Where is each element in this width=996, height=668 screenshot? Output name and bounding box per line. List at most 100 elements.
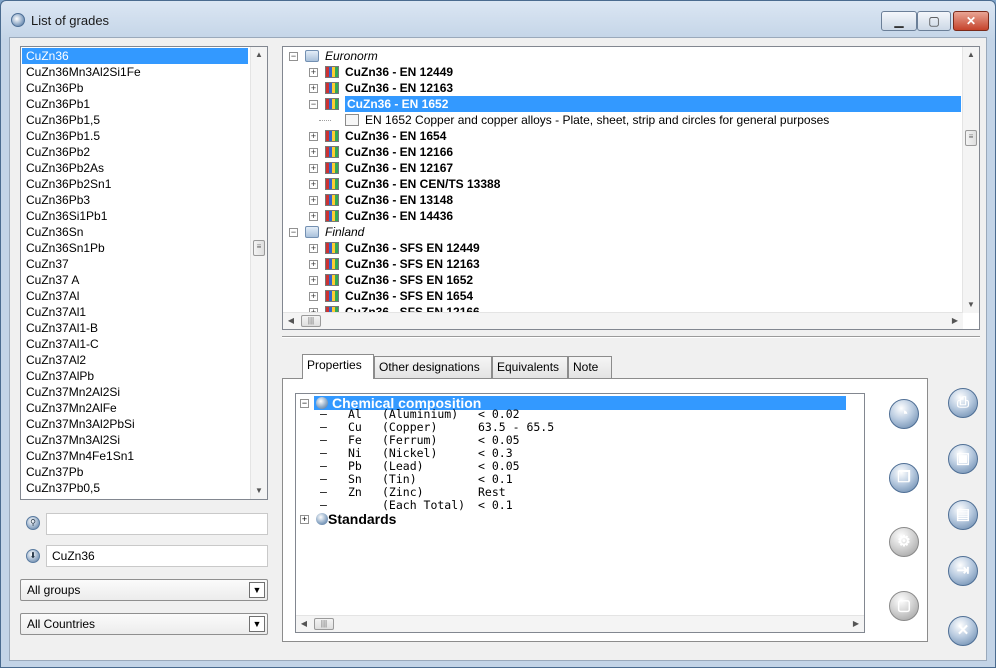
expand-icon[interactable]: + <box>309 292 318 301</box>
properties-hscrollbar[interactable]: ◀ ||| ▶ <box>296 615 864 632</box>
expand-icon[interactable]: + <box>309 212 318 221</box>
list-item[interactable]: CuZn36 <box>22 48 248 64</box>
standards-tree[interactable]: − Euronorm + CuZn36 - EN 12449 + CuZn36 - EN … <box>282 46 980 330</box>
collapse-icon[interactable]: − <box>289 228 298 237</box>
tree-grade-node[interactable]: + CuZn36 - EN 13148 <box>285 192 961 208</box>
list-item[interactable]: CuZn37Al1-C <box>22 336 248 352</box>
scroll-right-arrow[interactable]: ▶ <box>947 313 963 329</box>
close-icon[interactable]: ✕ <box>948 616 978 646</box>
tree-country-node[interactable]: − Finland <box>285 224 961 240</box>
list-item[interactable]: CuZn37Pb0,5 <box>22 480 248 496</box>
expand-icon[interactable]: + <box>309 276 318 285</box>
tree-grade-node[interactable]: + CuZn36 - EN 12163 <box>285 80 961 96</box>
scroll-thumb[interactable]: ||| <box>314 618 334 630</box>
grade-list[interactable]: CuZn36 CuZn36Mn3Al2Si1Fe CuZn36Pb CuZn36Pb1… <box>20 46 268 500</box>
export-icon[interactable]: ⇥ <box>948 556 978 586</box>
expand-icon[interactable]: + <box>309 260 318 269</box>
list-item[interactable]: CuZn37Mn3Al2Si <box>22 432 248 448</box>
scroll-up-arrow[interactable]: ▲ <box>251 47 267 63</box>
collapse-icon[interactable]: − <box>300 399 309 408</box>
groups-combo[interactable]: All groups ▼ <box>20 579 268 601</box>
list-item[interactable]: CuZn37Mn2Al2Si <box>22 384 248 400</box>
expand-icon[interactable]: + <box>309 180 318 189</box>
scroll-left-arrow[interactable]: ◀ <box>283 313 299 329</box>
tree-country-node[interactable]: − Euronorm <box>285 48 961 64</box>
list-item[interactable]: CuZn36Sn <box>22 224 248 240</box>
list-item[interactable]: CuZn37Mn2AlFe <box>22 400 248 416</box>
collapse-icon[interactable]: − <box>289 52 298 61</box>
list-item[interactable]: CuZn36Pb1 <box>22 96 248 112</box>
current-grade-field[interactable]: CuZn36 <box>46 545 268 567</box>
tab-note[interactable]: Note <box>568 356 612 378</box>
tree-grade-node[interactable]: + CuZn36 - SFS EN 1654 <box>285 288 961 304</box>
tree-grade-node[interactable]: + CuZn36 - EN CEN/TS 13388 <box>285 176 961 192</box>
list-item[interactable]: CuZn36Pb3 <box>22 192 248 208</box>
list-item[interactable]: CuZn36Pb <box>22 80 248 96</box>
properties-tree[interactable]: − Chemical composition – Al (Aluminium) < 0… <box>295 393 865 633</box>
tree-grade-node[interactable]: + CuZn36 - EN 14436 <box>285 208 961 224</box>
list-item[interactable]: CuZn36Sn1Pb <box>22 240 248 256</box>
list-item[interactable]: CuZn37Al1-B <box>22 320 248 336</box>
expand-icon[interactable]: + <box>309 164 318 173</box>
scroll-down-arrow[interactable]: ▼ <box>963 297 979 313</box>
minimize-button[interactable]: ▁ <box>881 11 917 31</box>
tree-grade-node[interactable]: + CuZn36 - EN 1654 <box>285 128 961 144</box>
expand-icon[interactable]: + <box>309 196 318 205</box>
composition-row[interactable]: – Cu (Copper) 63.5 - 65.5 <box>298 421 846 434</box>
grade-list-scrollbar[interactable]: ▲ ≡ ▼ <box>250 47 267 499</box>
list-item[interactable]: CuZn36Pb2 <box>22 144 248 160</box>
scroll-right-arrow[interactable]: ▶ <box>848 616 864 632</box>
list-item[interactable]: CuZn37 A <box>22 272 248 288</box>
expand-icon[interactable]: + <box>309 132 318 141</box>
open-icon[interactable]: ▤ <box>948 500 978 530</box>
close-window-button[interactable]: ✕ <box>953 11 989 31</box>
list-item[interactable]: CuZn37Pb <box>22 464 248 480</box>
list-item[interactable]: CuZn36Pb2Sn1 <box>22 176 248 192</box>
list-item[interactable]: CuZn37Mn4Fe1Sn1 <box>22 448 248 464</box>
list-item[interactable]: CuZn37Al1 <box>22 304 248 320</box>
expand-icon[interactable]: + <box>300 515 309 524</box>
tab-equivalents[interactable]: Equivalents <box>492 356 568 378</box>
scroll-thumb[interactable]: ≡ <box>253 240 265 256</box>
save-icon[interactable]: ▣ <box>948 444 978 474</box>
tree-hscrollbar[interactable]: ◀ ||| ▶ <box>283 312 963 329</box>
list-item[interactable]: CuZn37Al <box>22 288 248 304</box>
expand-icon[interactable]: + <box>309 68 318 77</box>
composition-row[interactable]: – Fe (Ferrum) < 0.05 <box>298 434 846 447</box>
expand-icon[interactable]: + <box>309 84 318 93</box>
composition-row[interactable]: – Ni (Nickel) < 0.3 <box>298 447 846 460</box>
comment-icon[interactable]: ▢ <box>889 591 919 621</box>
tab-properties[interactable]: Properties <box>302 354 374 379</box>
list-item[interactable]: CuZn37Mn3Al2PbSi <box>22 416 248 432</box>
search-input[interactable] <box>46 513 268 535</box>
expand-icon[interactable]: + <box>309 148 318 157</box>
list-item[interactable]: CuZn37Al2 <box>22 352 248 368</box>
tree-grade-node[interactable]: − CuZn36 - EN 1652 <box>285 96 961 112</box>
tree-grade-node[interactable]: + CuZn36 - SFS EN 12163 <box>285 256 961 272</box>
scroll-left-arrow[interactable]: ◀ <box>296 616 312 632</box>
tree-grade-node[interactable]: + CuZn36 - SFS EN 1652 <box>285 272 961 288</box>
panel-splitter[interactable] <box>282 336 980 338</box>
list-item[interactable]: CuZn36Pb1.5 <box>22 128 248 144</box>
list-item[interactable]: CuZn37 <box>22 256 248 272</box>
composition-row[interactable]: – Al (Aluminium) < 0.02 <box>298 408 846 421</box>
scroll-down-arrow[interactable]: ▼ <box>251 483 267 499</box>
standards-node[interactable]: + Standards <box>298 511 846 528</box>
list-item[interactable]: CuZn36Pb2As <box>22 160 248 176</box>
scroll-up-arrow[interactable]: ▲ <box>963 47 979 63</box>
maximize-button[interactable]: ▢ <box>917 11 951 31</box>
pie-chart-icon[interactable]: ◔ <box>889 399 919 429</box>
tree-grade-node[interactable]: + CuZn36 - EN 12167 <box>285 160 961 176</box>
list-item[interactable]: CuZn36Mn3Al2Si1Fe <box>22 64 248 80</box>
list-item[interactable]: CuZn36Si1Pb1 <box>22 208 248 224</box>
tree-vscrollbar[interactable]: ▲ ≡ ▼ <box>962 47 979 313</box>
scroll-thumb[interactable]: ≡ <box>965 130 977 146</box>
tree-grade-node[interactable]: + CuZn36 - SFS EN 12449 <box>285 240 961 256</box>
tree-grade-node[interactable]: + CuZn36 - EN 12166 <box>285 144 961 160</box>
tree-grade-node[interactable]: + CuZn36 - EN 12449 <box>285 64 961 80</box>
composition-row[interactable]: – Zn (Zinc) Rest <box>298 486 846 499</box>
tab-other-designations[interactable]: Other designations <box>374 356 492 378</box>
chevron-down-icon[interactable]: ▼ <box>249 616 265 632</box>
gear-icon[interactable]: ⚙ <box>889 527 919 557</box>
tree-standard-doc[interactable]: EN 1652 Copper and copper alloys - Plate… <box>285 112 961 128</box>
